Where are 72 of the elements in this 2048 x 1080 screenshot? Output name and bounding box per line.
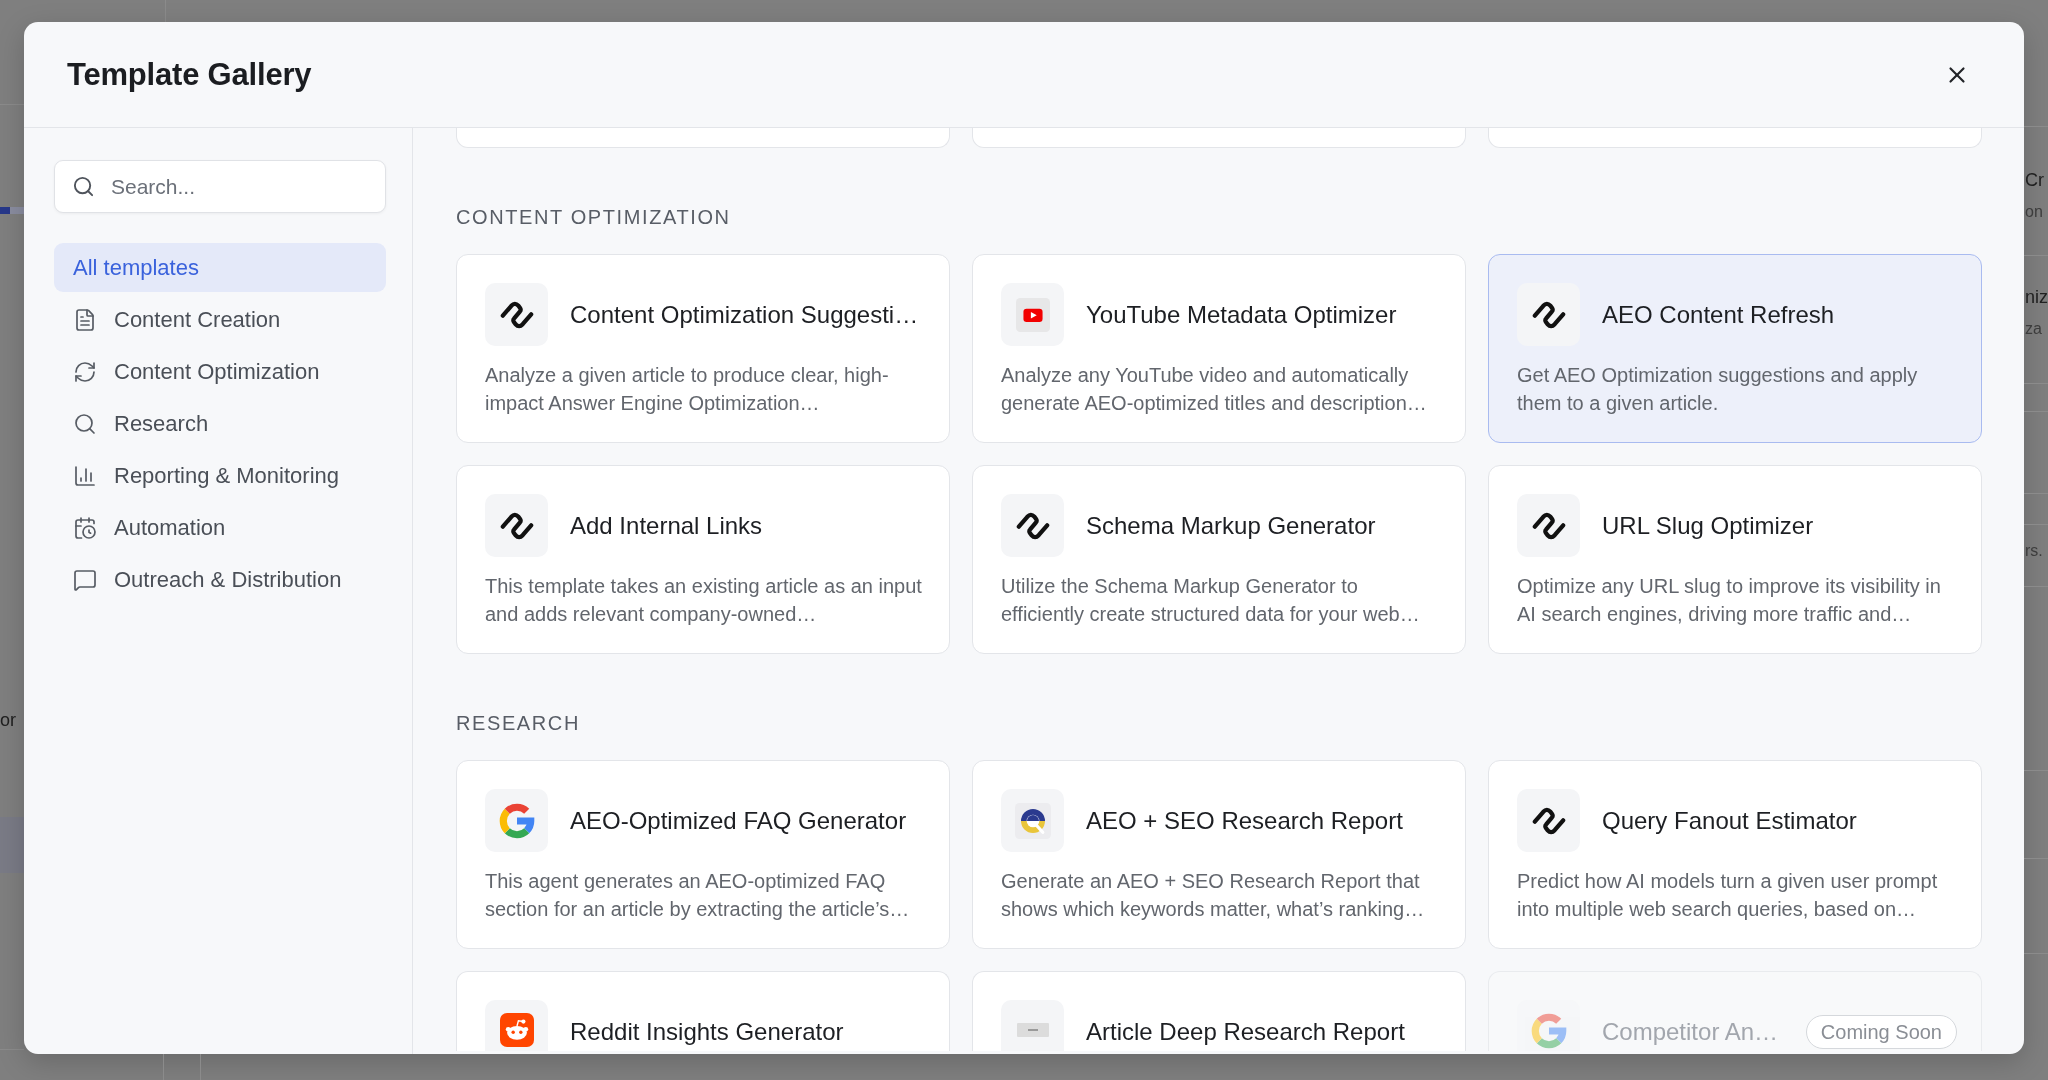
section-heading: CONTENT OPTIMIZATION xyxy=(456,205,731,229)
status-badge: Coming Soon xyxy=(1805,1014,1957,1049)
section-heading: RESEARCH xyxy=(456,711,580,735)
bar-chart-icon xyxy=(73,463,97,488)
template-card[interactable]: Content Optimization Suggesti… Analyze a given article to produce clear, high-impact Answer Engine Optimization… xyxy=(456,254,950,443)
card-description: This template takes an existing article as an input and adds relevant company-owned… xyxy=(485,574,923,627)
template-card[interactable]: AEO-Optimized FAQ Generator This agent generates an AEO-optimized FAQ section for an article by extracting the article’s… xyxy=(456,760,950,949)
card-description: Optimize any URL slug to improve its visibility in AI search engines, driving more traffic and… xyxy=(1517,574,1942,627)
card-title: Query Fanout Estimator xyxy=(1602,805,1857,836)
zigzag-logo-icon xyxy=(1517,283,1580,346)
template-card[interactable]: YouTube Metadata Optimizer Analyze any YouTube video and automatically generate AEO-optimized titles and description… xyxy=(972,254,1466,443)
search-icon xyxy=(72,175,95,198)
template-card[interactable]: Query Fanout Estimator Predict how AI models turn a given user prompt into multiple web search queries, based on… xyxy=(1488,760,1982,949)
card-description: Predict how AI models turn a given user prompt into multiple web search queries, based on… xyxy=(1517,869,1939,922)
card-title: Competitor An… xyxy=(1602,1016,1779,1047)
template-card[interactable]: Article Deep Research Report xyxy=(972,971,1466,1051)
zigzag-logo-icon xyxy=(1517,789,1580,852)
ring-logo-icon xyxy=(1001,789,1064,852)
zigzag-logo-icon xyxy=(1517,494,1580,557)
card-title: Article Deep Research Report xyxy=(1086,1016,1405,1047)
chat-bubble-icon xyxy=(73,567,97,592)
card-title: URL Slug Optimizer xyxy=(1602,510,1814,541)
card-title: YouTube Metadata Optimizer xyxy=(1086,299,1397,330)
card-title: Schema Markup Generator xyxy=(1086,510,1376,541)
zigzag-logo-icon xyxy=(485,283,548,346)
card-description: Analyze a given article to produce clear, high-impact Answer Engine Optimization… xyxy=(485,363,890,416)
background-text: Cr xyxy=(2025,169,2044,192)
card-title: Add Internal Links xyxy=(570,510,763,541)
play-logo-icon xyxy=(1001,283,1064,346)
background-text: on xyxy=(2025,202,2043,222)
card-title: AEO + SEO Research Report xyxy=(1086,805,1403,836)
dialog-title: Template Gallery xyxy=(67,56,312,93)
card-description: Analyze any YouTube video and automatically generate AEO-optimized titles and description… xyxy=(1001,363,1428,416)
sidebar-item[interactable]: Content Creation xyxy=(54,295,386,344)
sidebar-item[interactable]: Reporting & Monitoring xyxy=(54,451,386,500)
template-card[interactable]: Reddit Insights Generator xyxy=(456,971,950,1051)
zigzag-logo-icon xyxy=(1001,494,1064,557)
card-title: AEO-Optimized FAQ Generator xyxy=(570,805,907,836)
banner-logo-icon xyxy=(1001,1000,1064,1051)
template-card[interactable]: AEO + SEO Research Report Generate an AEO + SEO Research Report that shows which keywords matter, what’s ranking… xyxy=(972,760,1466,949)
zigzag-logo-icon xyxy=(485,494,548,557)
card-title: AEO Content Refresh xyxy=(1602,299,1835,330)
card-description: Utilize the Schema Markup Generator to efficiently create structured data for your web… xyxy=(1001,574,1421,627)
sidebar-item[interactable]: Automation xyxy=(54,503,386,552)
card-title: Content Optimization Suggesti… xyxy=(570,299,919,330)
background-text: or xyxy=(0,709,16,732)
refresh-icon xyxy=(73,359,97,384)
card-description: Get AEO Optimization suggestions and apply them to a given article. xyxy=(1517,363,1919,416)
alien-logo-icon xyxy=(485,1000,548,1051)
template-card[interactable]: AEO Content Refresh Get AEO Optimization suggestions and apply them to a given article. xyxy=(1488,254,1982,443)
background-text: rs. xyxy=(2025,541,2043,561)
template-card[interactable]: Add Internal Links This template takes an existing article as an input and adds relevant company-owned… xyxy=(456,465,950,654)
template-card[interactable]: URL Slug Optimizer Optimize any URL slug to improve its visibility in AI search engines, driving more traffic and… xyxy=(1488,465,1982,654)
sidebar-item[interactable]: All templates xyxy=(54,243,386,292)
card-description: This agent generates an AEO-optimized FAQ section for an article by extracting the article’s… xyxy=(485,869,911,922)
template-card[interactable] xyxy=(1488,128,1982,148)
background-text: niz xyxy=(2025,286,2048,309)
document-icon xyxy=(73,307,97,332)
search-icon xyxy=(73,411,97,436)
sidebar-item[interactable]: Content Optimization xyxy=(54,347,386,396)
template-card[interactable] xyxy=(972,128,1466,148)
sidebar-item[interactable]: Outreach & Distribution xyxy=(54,555,386,604)
template-card[interactable]: Schema Markup Generator Utilize the Schema Markup Generator to efficiently create structured data for your web… xyxy=(972,465,1466,654)
card-title: Reddit Insights Generator xyxy=(570,1016,844,1047)
template-card[interactable] xyxy=(456,128,950,148)
accent-bar xyxy=(0,207,24,214)
calendar-clock-icon xyxy=(73,515,97,540)
background-text: za xyxy=(2025,319,2042,339)
g-logo-icon xyxy=(485,789,548,852)
card-description: Generate an AEO + SEO Research Report that shows which keywords matter, what’s ranking… xyxy=(1001,869,1426,922)
sidebar-item[interactable]: Research xyxy=(54,399,386,448)
search-field[interactable]: Search... xyxy=(54,160,386,213)
